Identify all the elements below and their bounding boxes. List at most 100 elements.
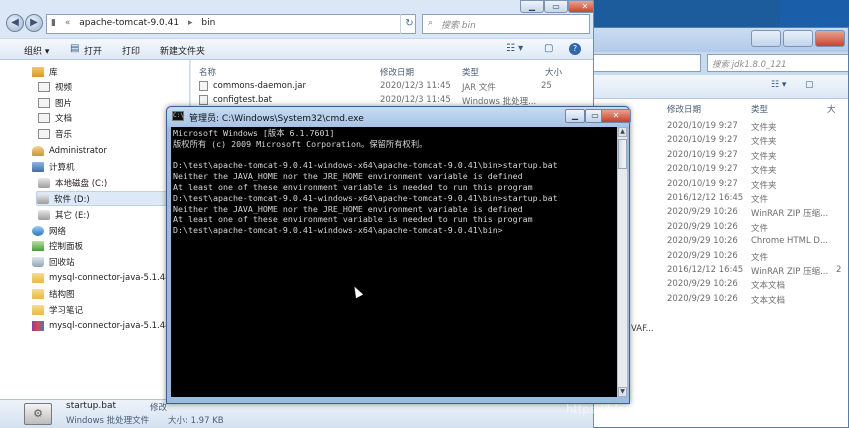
nav-item[interactable]: 网络: [32, 223, 66, 238]
nav-item[interactable]: Administrator: [32, 143, 107, 158]
console-line: D:\test\apache-tomcat-9.0.41-windows-x64…: [173, 192, 558, 203]
file-type: 文件: [751, 252, 769, 263]
column-header-modified[interactable]: 修改日期: [667, 103, 701, 115]
network-icon: [32, 225, 44, 236]
file-name: configtest.bat: [213, 95, 272, 105]
close-button[interactable]: [815, 30, 845, 47]
maximize-button[interactable]: [783, 30, 813, 47]
file-date: 2020/9/29 10:26: [667, 279, 738, 290]
details-file-type: Windows 批处理文件: [66, 416, 150, 426]
console-output[interactable]: Microsoft Windows [版本 6.1.7601] 版权所有 (c) …: [171, 127, 617, 397]
nav-item[interactable]: 本地磁盘 (C:): [38, 175, 107, 190]
nav-item[interactable]: 音乐: [38, 126, 72, 141]
nav-item[interactable]: 文档: [38, 110, 72, 125]
cmd-window[interactable]: C:\ 管理员: C:\Windows\System32\cmd.exe ▁ ▭…: [166, 106, 631, 404]
nav-item-label: 软件 (D:): [54, 194, 90, 205]
folder-icon: [32, 288, 44, 299]
details-file-size: 大小: 1.97 KB: [168, 416, 224, 426]
file-date: 2016/12/12 16:45: [667, 193, 744, 203]
console-line: Neither the JAVA_HOME nor the JRE_HOME e…: [173, 171, 523, 182]
jar-file-icon: [199, 81, 208, 91]
file-date: 2020/10/19 9:27: [667, 178, 738, 189]
column-header-size[interactable]: 大: [827, 103, 836, 115]
file-name: commons-daemon.jar: [213, 81, 306, 91]
scroll-down-icon[interactable]: ▼: [618, 387, 627, 397]
nav-item-label: 计算机: [49, 162, 75, 173]
file-type: 文件夹: [751, 180, 777, 191]
nav-item-label: 其它 (E:): [55, 210, 90, 221]
view-options-icon[interactable]: ☷ ▾: [506, 43, 523, 54]
file-type: JAR 文件: [462, 83, 496, 93]
nav-item[interactable]: 库: [32, 64, 58, 79]
nav-item[interactable]: 学习笔记: [32, 302, 83, 317]
drive-icon: [38, 209, 50, 220]
nav-item-label: 回收站: [49, 257, 75, 268]
column-header-size[interactable]: 大小: [545, 66, 562, 78]
print-button[interactable]: 打印: [122, 44, 140, 57]
cmd-titlebar[interactable]: C:\ 管理员: C:\Windows\System32\cmd.exe ▁ ▭…: [167, 107, 631, 127]
search-input[interactable]: ⌕ 搜索 bin: [422, 14, 590, 34]
column-header-type[interactable]: 类型: [462, 66, 479, 78]
drive-icon: [37, 193, 49, 204]
file-row[interactable]: commons-daemon.jar 2020/12/3 11:45 JAR 文…: [191, 81, 593, 95]
preview-pane-icon[interactable]: ▢: [544, 43, 553, 54]
file-date: 2020/9/29 10:26: [667, 221, 738, 232]
console-line: 版权所有 (c) 2009 Microsoft Corporation。保留所有…: [173, 138, 428, 149]
drive-icon: [38, 177, 50, 188]
view-options-icon[interactable]: ☷ ▾: [771, 80, 786, 90]
address-bar[interactable]: [591, 54, 701, 72]
nav-item[interactable]: 视频: [38, 79, 72, 94]
navigation-pane: 库视频 图片 文档 音乐 Administrator 计算机本地磁盘 (C:) 软件 (D:…: [0, 60, 190, 400]
library-icon: [32, 66, 44, 77]
nav-item[interactable]: 计算机: [32, 159, 75, 174]
user-folder-icon: [32, 145, 44, 156]
chevron-icon: «: [64, 18, 71, 28]
file-type: 文本文档: [751, 281, 786, 292]
computer-icon: [32, 161, 44, 172]
column-header-modified[interactable]: 修改日期: [380, 66, 414, 78]
file-date: 2020/10/19 9:27: [667, 149, 738, 160]
close-button[interactable]: ✕: [601, 109, 631, 123]
file-type: 文件夹: [751, 137, 777, 148]
file-type: 文件夹: [751, 166, 777, 177]
new-folder-button[interactable]: 新建文件夹: [160, 44, 205, 57]
minimize-button[interactable]: [751, 30, 781, 47]
organize-button[interactable]: 组织 ▾: [24, 44, 49, 57]
file-date: 2020/10/19 9:27: [667, 135, 738, 146]
vertical-scrollbar[interactable]: ▲ ▼: [617, 127, 627, 397]
file-type: 文件夹: [751, 123, 777, 133]
nav-item[interactable]: 其它 (E:): [38, 207, 90, 222]
nav-item[interactable]: 图片: [38, 95, 72, 110]
nav-item[interactable]: mysql-connector-java-5.1.48: [32, 270, 171, 285]
partial-file-name[interactable]: VAF...: [631, 324, 654, 334]
scroll-thumb[interactable]: [618, 139, 627, 169]
nav-item[interactable]: 控制面板: [32, 238, 83, 253]
refresh-button[interactable]: ↻: [400, 14, 418, 34]
column-header-type[interactable]: 类型: [751, 103, 768, 115]
help-icon[interactable]: ?: [569, 43, 581, 55]
scroll-up-icon[interactable]: ▲: [618, 127, 627, 137]
document-icon: [38, 112, 50, 123]
file-type: WinRAR ZIP 压缩...: [751, 209, 829, 220]
search-input[interactable]: 搜索 jdk1.8.0_121: [707, 54, 848, 72]
recycle-bin-icon: [32, 256, 44, 267]
file-type: 文件: [751, 223, 769, 234]
console-line: D:\test\apache-tomcat-9.0.41-windows-x64…: [173, 225, 503, 236]
column-header-name[interactable]: 名称: [199, 66, 216, 78]
back-button[interactable]: ◀: [6, 14, 24, 32]
breadcrumb-separator-icon[interactable]: ▸: [188, 18, 193, 28]
address-bar[interactable]: ▮ « apache-tomcat-9.0.41 ▸ bin: [46, 14, 416, 34]
forward-button[interactable]: ▶: [25, 14, 43, 32]
breadcrumb-segment[interactable]: bin: [201, 18, 215, 28]
open-button[interactable]: 打开: [84, 44, 102, 57]
preview-pane-icon[interactable]: ▢: [805, 80, 814, 90]
breadcrumb-segment[interactable]: apache-tomcat-9.0.41: [79, 18, 179, 28]
nav-item[interactable]: mysql-connector-java-5.1.48.zip: [32, 318, 186, 333]
nav-item[interactable]: 结构图: [32, 286, 75, 301]
minimize-button[interactable]: ▁: [565, 109, 585, 123]
nav-item-label: mysql-connector-java-5.1.48: [49, 272, 171, 283]
file-type: 文件: [751, 195, 769, 205]
search-icon: ⌕: [428, 18, 434, 28]
nav-item[interactable]: 回收站: [32, 254, 75, 269]
bat-file-icon: ⚙: [24, 403, 52, 425]
